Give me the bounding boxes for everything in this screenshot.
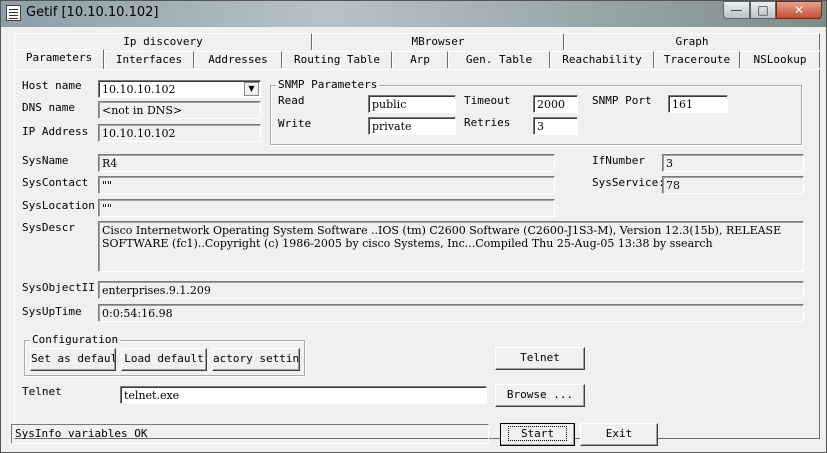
ifnumber-field: 3 — [662, 154, 804, 172]
tab-arp[interactable]: Arp — [392, 51, 448, 68]
syslocation-field: "" — [98, 199, 555, 217]
configuration-group: Configuration Set as default Load defaul… — [24, 333, 305, 376]
tab-interfaces[interactable]: Interfaces — [104, 51, 194, 68]
host-name-label: Host name — [22, 79, 82, 92]
parameters-panel: Host name 10.10.10.102 ▼ DNS name <not i… — [14, 69, 820, 439]
telnet-button[interactable]: Telnet — [495, 347, 585, 370]
main-window: Getif [10.10.10.102] — □ ✕ Ip discovery … — [0, 0, 827, 453]
read-label: Read — [278, 94, 305, 107]
timeout-input[interactable]: 2000 — [533, 95, 578, 113]
retries-label: Retries — [464, 116, 511, 129]
sysdescr-field: Cisco Internetwork Operating System Soft… — [98, 221, 804, 272]
dns-name-label: DNS name — [22, 101, 75, 114]
timeout-label: Timeout — [464, 94, 511, 107]
tab-parameters[interactable]: Parameters — [14, 49, 104, 69]
sysobjectid-label: SysObjectII — [22, 281, 95, 294]
sysuptime-label: SysUpTime — [22, 305, 82, 318]
load-default-button[interactable]: Load default — [121, 348, 207, 371]
title-bar[interactable]: Getif [10.10.10.102] — □ ✕ — [1, 1, 826, 27]
host-name-combo[interactable]: 10.10.10.102 ▼ — [98, 80, 261, 98]
close-icon: ✕ — [793, 3, 805, 17]
ifnumber-label: IfNumber — [592, 154, 645, 167]
sysname-field: R4 — [98, 154, 555, 172]
syscontact-label: SysContact — [22, 176, 89, 189]
app-icon — [6, 5, 21, 21]
chevron-down-icon[interactable]: ▼ — [244, 82, 259, 96]
sysname-label: SysName — [22, 154, 69, 167]
syslocation-label: SysLocation — [22, 199, 95, 212]
sysobjectid-field: enterprises.9.1.209 — [98, 281, 804, 299]
tab-gen-table[interactable]: Gen. Table — [448, 51, 550, 68]
sysservices-label: SysService: — [592, 176, 665, 189]
dns-name-field: <not in DNS> — [98, 101, 261, 119]
minimize-button[interactable]: — — [723, 1, 750, 19]
tab-reachability[interactable]: Reachability — [550, 51, 654, 68]
tab-graph[interactable]: Graph — [564, 33, 820, 50]
sysdescr-label: SysDescr — [22, 221, 75, 234]
browse-button[interactable]: Browse ... — [495, 384, 585, 407]
write-community-input[interactable]: private — [368, 117, 456, 135]
sysuptime-field: 0:0:54:16.98 — [98, 304, 804, 322]
start-button-label: Start — [507, 426, 568, 441]
write-label: Write — [278, 117, 312, 130]
ip-address-label: IP Address — [22, 125, 89, 138]
maximize-button[interactable]: □ — [750, 1, 776, 19]
host-name-value: 10.10.10.102 — [102, 83, 176, 96]
set-as-default-button[interactable]: Set as default — [30, 348, 116, 371]
syscontact-field: "" — [98, 176, 555, 194]
snmp-port-input[interactable]: 161 — [668, 95, 728, 113]
retries-input[interactable]: 3 — [533, 117, 578, 135]
tab-ip-discovery[interactable]: Ip discovery — [14, 33, 312, 50]
start-button[interactable]: Start — [500, 423, 575, 446]
telnet-label: Telnet — [22, 385, 62, 398]
tab-traceroute[interactable]: Traceroute — [654, 51, 740, 68]
window-title: Getif [10.10.10.102] — [26, 5, 159, 20]
telnet-path-input[interactable]: telnet.exe — [120, 386, 487, 404]
tab-nslookup[interactable]: NSLookup — [740, 51, 820, 68]
configuration-title: Configuration — [30, 333, 121, 346]
sysservices-field: 78 — [662, 176, 804, 194]
minimize-icon: — — [730, 3, 743, 17]
close-button[interactable]: ✕ — [776, 1, 822, 19]
read-community-input[interactable]: public — [368, 95, 456, 113]
snmp-port-label: SNMP Port — [592, 94, 652, 107]
tab-addresses[interactable]: Addresses — [194, 51, 282, 68]
tab-routing-table[interactable]: Routing Table — [282, 51, 392, 68]
client-area: Ip discovery MBrowser Graph Parameters I… — [8, 28, 821, 448]
ip-address-field: 10.10.10.102 — [98, 124, 261, 142]
snmp-parameters-group: SNMP Parameters Read public Write privat… — [270, 78, 802, 145]
maximize-icon: □ — [757, 3, 769, 17]
snmp-parameters-title: SNMP Parameters — [276, 78, 380, 91]
exit-button[interactable]: Exit — [580, 423, 658, 446]
factory-settings-button[interactable]: actory setting — [212, 348, 300, 371]
tab-mbrowser[interactable]: MBrowser — [312, 33, 564, 50]
status-bar: SysInfo variables OK — [11, 424, 489, 444]
